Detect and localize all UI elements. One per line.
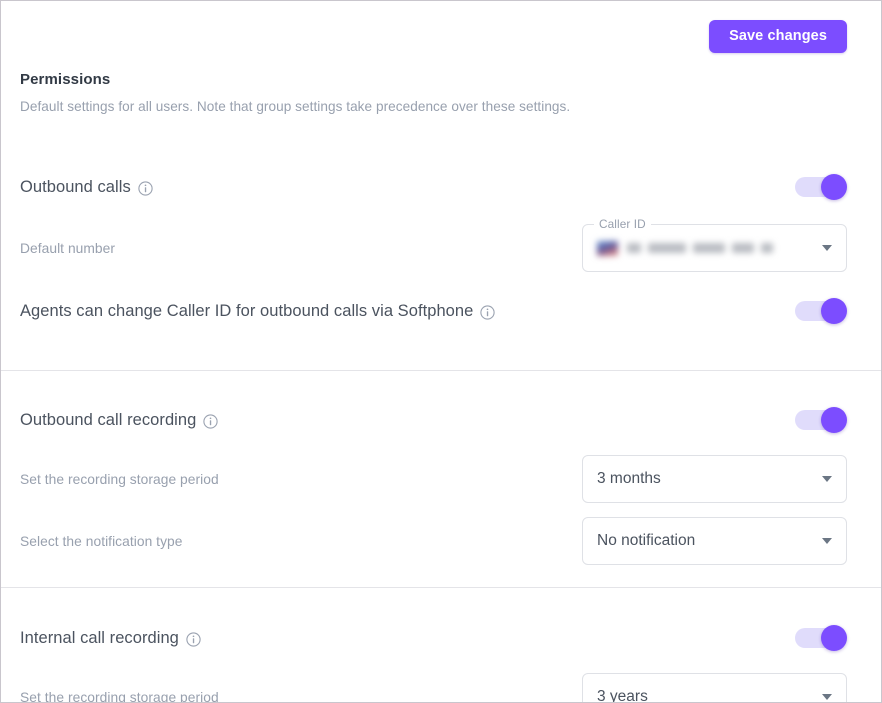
page-title: Permissions [20,71,111,88]
toggle-knob [821,298,847,324]
outbound-storage-period-select[interactable]: 3 months [582,455,847,503]
agents-change-caller-id-title: Agents can change Caller ID for outbound… [20,301,474,320]
row-default-number-right: Caller ID [582,217,847,272]
outbound-storage-period-label: Set the recording storage period [20,471,219,487]
row-default-number-left: Default number [20,241,582,256]
outbound-storage-period-value: 3 months [597,470,661,487]
toggle-outbound-call-recording[interactable] [795,407,847,433]
info-icon[interactable] [138,180,153,196]
caller-id-select[interactable]: Caller ID [582,217,847,272]
row-internal-storage-period: Set the recording storage period 3 years [1,666,881,703]
info-icon[interactable] [480,304,496,320]
caller-id-field-label: Caller ID [594,217,651,231]
section-outbound-calls: Outbound calls Default number Caller ID … [1,159,881,341]
notification-type-value: No notification [597,532,696,549]
save-changes-button[interactable]: Save changes [709,19,847,53]
internal-storage-period-value: 3 years [597,688,648,703]
chevron-down-icon [822,694,832,700]
row-internal-call-recording-right [795,625,847,651]
row-internal-call-recording: Internal call recording [1,610,881,666]
outbound-calls-title: Outbound calls [20,177,131,196]
permissions-header: Permissions Default settings for all use… [1,71,881,114]
row-outbound-call-recording-right [795,407,847,433]
row-agents-change-caller-id: Agents can change Caller ID for outbound… [1,281,881,341]
section-divider [1,587,881,588]
section-internal-call-recording: Internal call recording Set the recordin… [1,610,881,703]
toggle-agents-change-caller-id[interactable] [795,298,847,324]
row-outbound-storage-period-left: Set the recording storage period [20,472,582,487]
outbound-call-recording-title: Outbound call recording [20,410,197,429]
row-outbound-storage-period: Set the recording storage period 3 month… [1,448,881,510]
row-notification-type: Select the notification type No notifica… [1,510,881,572]
chevron-down-icon [822,476,832,482]
toggle-knob [821,174,847,200]
internal-storage-period-label: Set the recording storage period [20,689,219,703]
info-icon[interactable] [203,413,218,429]
internal-call-recording-title: Internal call recording [20,628,179,647]
row-outbound-calls-right [795,174,847,200]
info-icon[interactable] [186,631,201,647]
row-notification-type-right: No notification [582,517,847,565]
row-default-number: Default number Caller ID [1,215,881,281]
toggle-internal-call-recording[interactable] [795,625,847,651]
toggle-knob [821,625,847,651]
row-outbound-calls: Outbound calls [1,159,881,215]
row-internal-storage-period-right: 3 years [582,673,847,703]
row-agents-change-caller-id-right [795,298,847,324]
row-outbound-storage-period-right: 3 months [582,455,847,503]
notification-type-label: Select the notification type [20,533,183,549]
row-internal-call-recording-left: Internal call recording [20,629,795,648]
redacted-phone-number [627,243,773,254]
internal-storage-period-select[interactable]: 3 years [582,673,847,703]
page-subtitle: Default settings for all users. Note tha… [20,99,571,114]
row-internal-storage-period-left: Set the recording storage period [20,690,582,703]
toggle-outbound-calls[interactable] [795,174,847,200]
section-outbound-call-recording: Outbound call recording Set the recordin… [1,392,881,572]
toggle-knob [821,407,847,433]
row-outbound-calls-left: Outbound calls [20,178,795,197]
country-flag-icon [597,240,618,256]
chevron-down-icon [822,245,832,251]
row-outbound-call-recording-left: Outbound call recording [20,411,795,430]
chevron-down-icon [822,538,832,544]
caller-id-redacted-value [597,240,814,256]
row-outbound-call-recording: Outbound call recording [1,392,881,448]
row-agents-change-caller-id-left: Agents can change Caller ID for outbound… [20,302,795,321]
action-toolbar: Save changes [1,1,881,71]
section-divider [1,370,881,371]
default-number-label: Default number [20,240,116,256]
permissions-settings-panel: Save changes Permissions Default setting… [0,0,882,703]
row-notification-type-left: Select the notification type [20,534,582,549]
notification-type-select[interactable]: No notification [582,517,847,565]
